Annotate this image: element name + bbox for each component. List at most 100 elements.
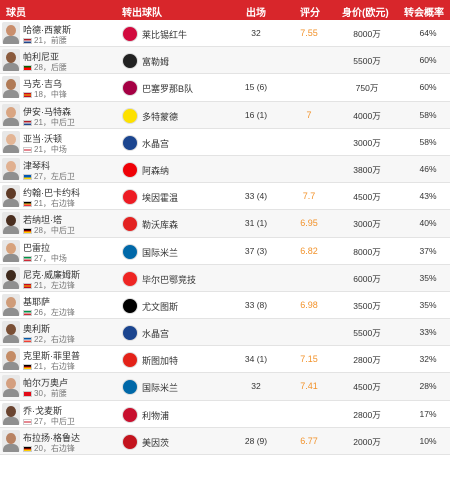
player-position: 右边锋 [50, 443, 75, 453]
player-position: 中场 [50, 253, 67, 263]
transfer-probability: 43% [419, 191, 437, 202]
club-name[interactable]: 多特蒙德 [142, 110, 178, 123]
club-name[interactable]: 水晶宫 [142, 327, 169, 340]
club-name[interactable]: 毕尔巴鄂竞技 [142, 273, 196, 286]
club-name[interactable]: 埃因霍温 [142, 191, 178, 204]
liverpool-icon [122, 406, 138, 423]
table-row[interactable]: 奥利斯 22，右边锋 水晶宫 5500万 33% [0, 319, 450, 347]
player-age: 27 [34, 171, 43, 181]
club-name[interactable]: 巴塞罗那B队 [142, 82, 193, 95]
player-age: 28 [34, 226, 43, 236]
crystal-palace-icon [122, 325, 138, 342]
table-row[interactable]: 克里斯·菲里普 21，右边锋 斯图加特 34 (1) 7.15 2800万 32% [0, 346, 450, 374]
table-row[interactable]: 帕尔万奥卢 30，前腰 国际米兰 32 7.41 4500万 28% [0, 373, 450, 401]
appearances: 32 [251, 381, 261, 392]
player-age: 21 [34, 117, 43, 127]
table-row[interactable]: 津琴科 27，左后卫 阿森纳 3800万 46% [0, 155, 450, 184]
info-separator: ， [42, 335, 51, 345]
player-info: 18，中锋 [23, 89, 67, 100]
market-value: 2800万 [353, 409, 381, 420]
fulham-icon [122, 53, 138, 70]
club-name[interactable]: 富勒姆 [142, 55, 169, 68]
club-name[interactable]: 勒沃库森 [142, 218, 178, 231]
player-photo [2, 185, 20, 208]
transfer-probability: 60% [419, 55, 437, 66]
country-flag-icon [23, 309, 32, 316]
info-separator: ， [42, 171, 51, 181]
transfer-probability: 58% [419, 109, 437, 120]
athletic-bilbao-icon [122, 270, 138, 287]
club-name[interactable]: 国际米兰 [142, 246, 178, 259]
rating: 7.41 [300, 381, 318, 392]
player-info: 27，中场 [23, 253, 67, 264]
info-separator: ， [42, 253, 51, 263]
transfer-probability-table: 球员 转出球队 出场 评分 身价(欧元) 转会概率 哈德·西蒙斯 21，前腰 莱比锡… [0, 0, 450, 485]
leverkusen-icon [122, 216, 138, 233]
club-name[interactable]: 利物浦 [142, 409, 169, 422]
club-name[interactable]: 水晶宫 [142, 137, 169, 150]
rating: 7.7 [302, 191, 316, 202]
club-name[interactable]: 尤文图斯 [142, 300, 178, 313]
info-separator: ， [42, 307, 51, 317]
inter-icon [122, 243, 138, 260]
market-value: 750万 [355, 83, 379, 94]
club-name[interactable]: 斯图加特 [142, 354, 178, 367]
club-name[interactable]: 国际米兰 [142, 381, 178, 394]
player-age: 21 [34, 199, 43, 209]
transfer-probability: 17% [419, 408, 437, 419]
market-value: 5500万 [353, 328, 381, 339]
rating: 6.77 [300, 435, 318, 446]
table-row[interactable]: 基耶萨 26，左边锋 尤文图斯 33 (8) 6.98 3500万 35% [0, 292, 450, 320]
player-photo [2, 212, 20, 235]
club-name[interactable]: 美因茨 [142, 436, 169, 449]
player-photo [2, 321, 20, 344]
country-flag-icon [23, 228, 32, 235]
player-info: 21，中场 [23, 144, 67, 155]
player-info: 26，左边锋 [23, 307, 75, 318]
juventus-icon [122, 297, 138, 314]
club-name[interactable]: 阿森纳 [142, 164, 169, 177]
table-row[interactable]: 若纳坦·塔 28，中后卫 勒沃库森 31 (1) 6.95 3000万 40% [0, 210, 450, 238]
player-position: 左边锋 [50, 307, 75, 317]
player-photo [2, 429, 20, 452]
table-row[interactable]: 乔·戈麦斯 27，中后卫 利物浦 2800万 17% [0, 401, 450, 428]
header-rating: 评分 [300, 8, 320, 19]
player-photo [2, 348, 20, 371]
country-flag-icon [23, 337, 32, 344]
psv-icon [122, 189, 138, 206]
table-row[interactable]: 亚当·沃顿 21，中场 水晶宫 3000万 58% [0, 129, 450, 156]
table-row[interactable]: 尼克·威廉姆斯 21，左边锋 毕尔巴鄂竞技 6000万 35% [0, 264, 450, 292]
appearances: 34 (1) [244, 354, 268, 365]
market-value: 6000万 [353, 273, 381, 284]
table-row[interactable]: 哈德·西蒙斯 21，前腰 莱比锡红牛 32 7.55 8000万 64% [0, 20, 450, 48]
player-position: 中锋 [50, 90, 67, 100]
player-age: 21 [34, 144, 43, 154]
player-info: 27，左后卫 [23, 171, 75, 182]
header-apps: 出场 [246, 8, 266, 19]
player-photo [2, 402, 20, 425]
player-age: 28 [34, 63, 43, 73]
table-row[interactable]: 布拉扬·格鲁达 20，右边锋 美因茨 28 (9) 6.77 2000万 10% [0, 427, 450, 455]
appearances: 31 (1) [244, 218, 268, 229]
transfer-probability: 40% [419, 218, 437, 229]
table-row[interactable]: 伊安·马特森 21，中后卫 多特蒙德 16 (1) 7 4000万 58% [0, 101, 450, 129]
info-separator: ， [42, 416, 51, 426]
info-separator: ， [42, 36, 51, 45]
player-position: 左边锋 [50, 280, 75, 290]
table-row[interactable]: 马克·吉乌 18，中锋 巴塞罗那B队 15 (6) 750万 60% [0, 74, 450, 102]
country-flag-icon [23, 364, 32, 371]
market-value: 5500万 [353, 56, 381, 67]
club-name[interactable]: 莱比锡红牛 [142, 28, 187, 41]
table-row[interactable]: 帕利尼亚 28，后腰 富勒姆 5500万 60% [0, 47, 450, 75]
mainz-icon [122, 433, 138, 450]
table-row[interactable]: 巴雷拉 27，中场 国际米兰 37 (3) 6.82 8000万 37% [0, 238, 450, 265]
player-position: 右边锋 [50, 199, 75, 209]
country-flag-icon [23, 146, 32, 153]
player-position: 中后卫 [50, 226, 75, 236]
info-separator: ， [42, 144, 51, 154]
player-photo [2, 157, 20, 180]
country-flag-icon [23, 92, 32, 99]
table-row[interactable]: 约翰·巴卡约科 21，右边锋 埃因霍温 33 (4) 7.7 4500万 43% [0, 183, 450, 211]
transfer-probability: 60% [419, 82, 437, 93]
player-position: 中后卫 [50, 416, 75, 426]
